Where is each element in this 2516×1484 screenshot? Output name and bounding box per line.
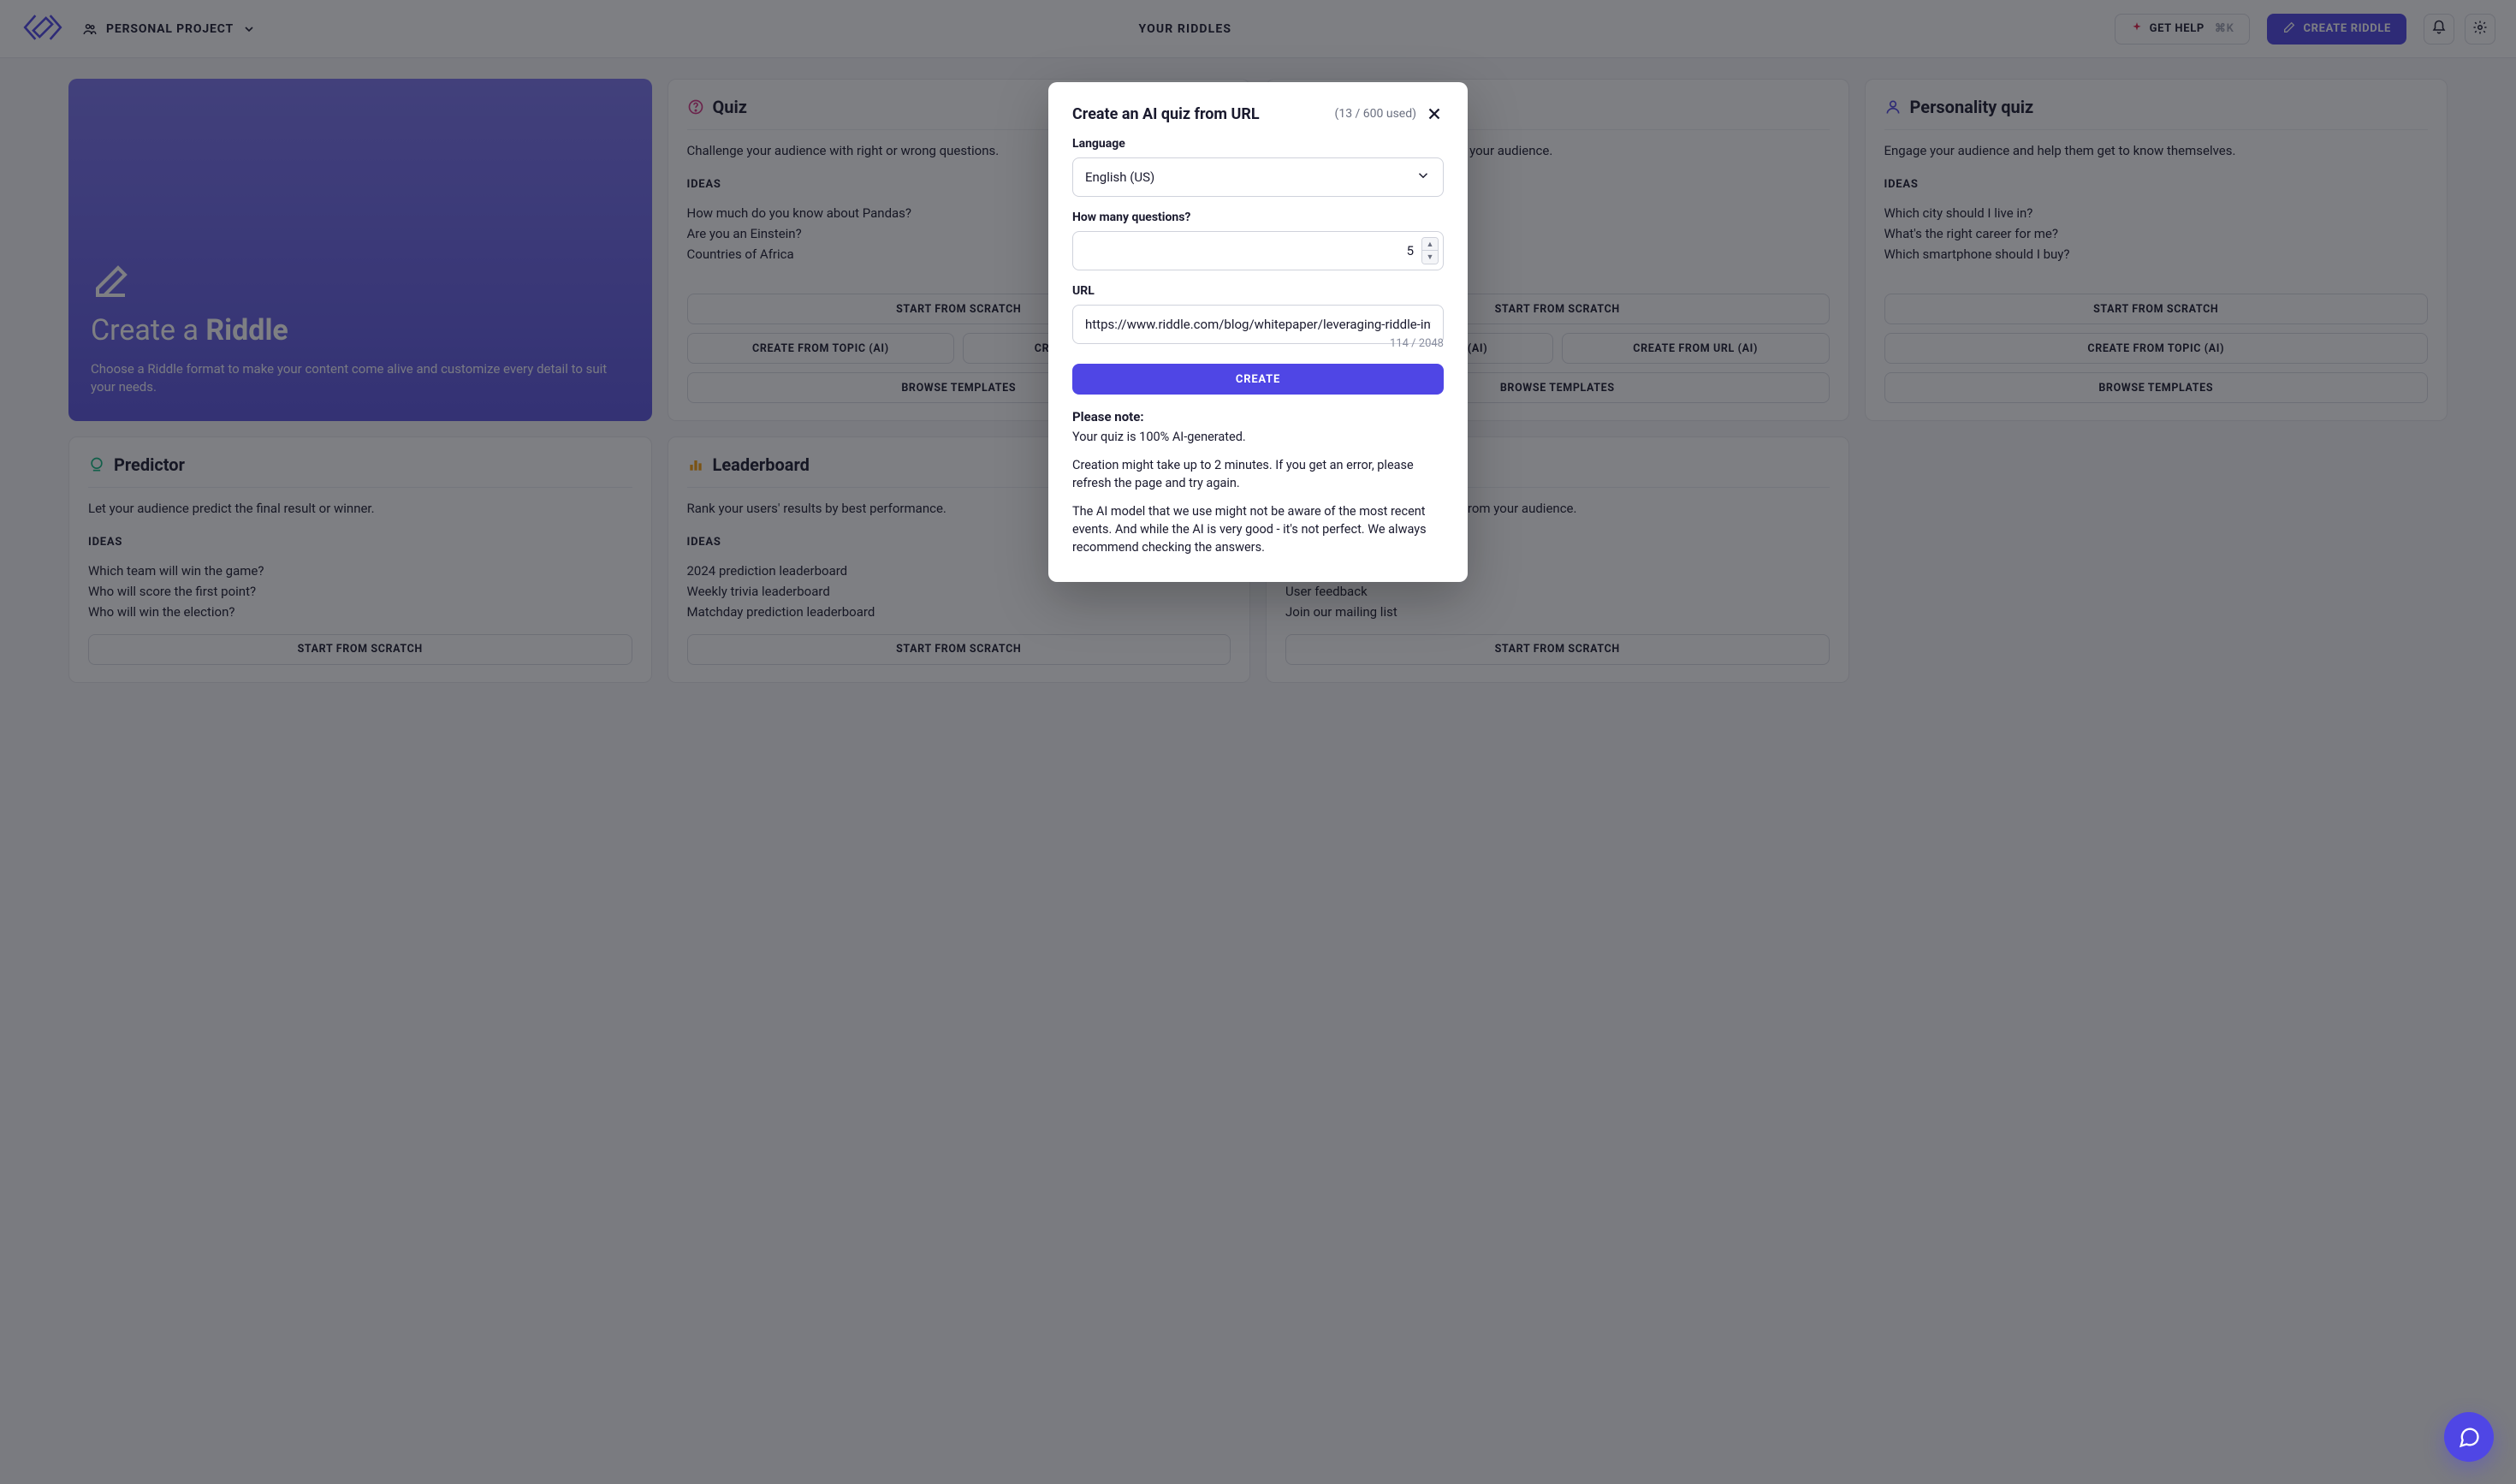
step-down-button[interactable]: ▼ [1422, 251, 1438, 264]
questions-label: How many questions? [1072, 211, 1444, 224]
language-label: Language [1072, 137, 1444, 151]
note-line: Creation might take up to 2 minutes. If … [1072, 456, 1444, 492]
chat-fab[interactable] [2444, 1412, 2494, 1462]
modal-overlay[interactable]: Create an AI quiz from URL (13 / 600 use… [0, 0, 2516, 1484]
url-field: URL 114 / 2048 [1072, 284, 1444, 350]
url-char-counter: 114 / 2048 [1072, 337, 1444, 350]
note-line: Your quiz is 100% AI-generated. [1072, 428, 1444, 446]
chat-icon [2457, 1425, 2481, 1449]
note-heading: Please note: [1072, 409, 1144, 424]
usage-counter: (13 / 600 used) [1335, 107, 1416, 121]
close-icon [1425, 104, 1444, 123]
close-button[interactable] [1425, 104, 1444, 123]
modal-title: Create an AI quiz from URL [1072, 105, 1260, 123]
language-value: English (US) [1085, 169, 1154, 185]
questions-field: How many questions? ▲ ▼ [1072, 211, 1444, 270]
note-line: The AI model that we use might not be aw… [1072, 502, 1444, 556]
create-ai-quiz-modal: Create an AI quiz from URL (13 / 600 use… [1048, 82, 1468, 582]
language-select[interactable]: English (US) [1072, 157, 1444, 197]
questions-input[interactable] [1072, 231, 1444, 270]
step-up-button[interactable]: ▲ [1422, 238, 1438, 251]
chevron-down-icon [1415, 168, 1431, 187]
create-button[interactable]: CREATE [1072, 364, 1444, 395]
note-block: Please note: Your quiz is 100% AI-genera… [1072, 408, 1444, 556]
number-spinner: ▲ ▼ [1421, 237, 1439, 264]
url-label: URL [1072, 284, 1444, 298]
language-field: Language English (US) [1072, 137, 1444, 197]
